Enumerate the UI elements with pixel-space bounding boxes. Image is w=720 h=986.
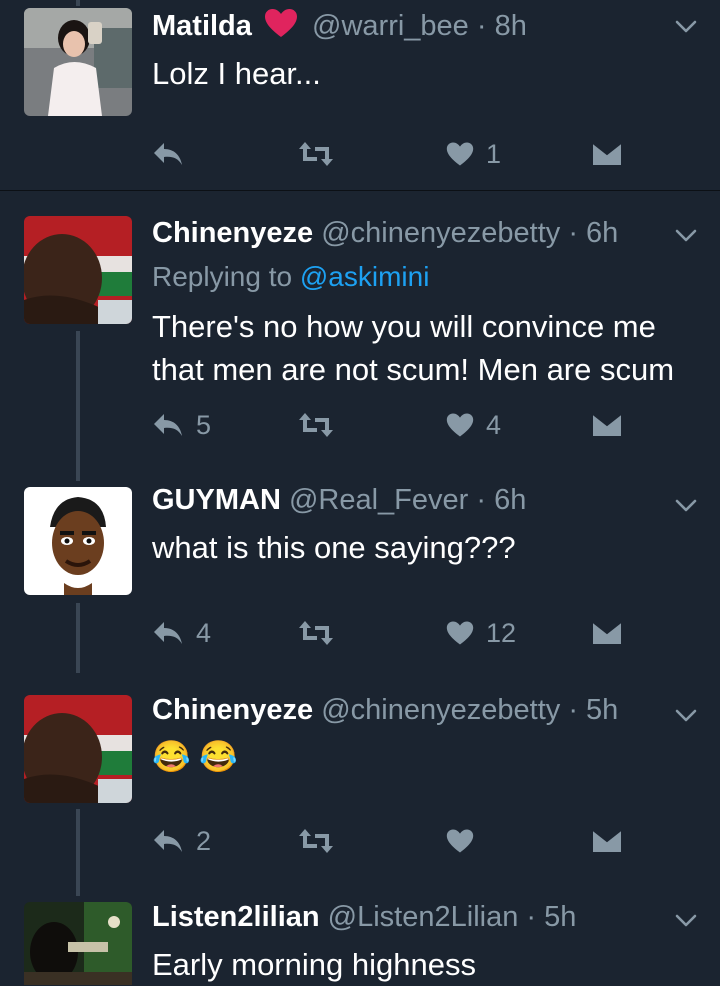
reply-button[interactable]: 5 bbox=[152, 405, 211, 445]
tweet-text: 😂 😂 bbox=[152, 739, 238, 774]
direct-message-button[interactable] bbox=[592, 134, 622, 174]
reply-count: 2 bbox=[196, 825, 212, 856]
retweet-icon bbox=[299, 413, 333, 437]
heart-icon bbox=[446, 829, 474, 853]
reply-count: 5 bbox=[196, 409, 212, 440]
tweet-actions: 2 bbox=[152, 821, 632, 861]
tweet-text: Early morning highness bbox=[152, 947, 476, 982]
chevron-down-icon[interactable] bbox=[674, 223, 698, 247]
direct-message-icon bbox=[592, 621, 622, 644]
avatar[interactable] bbox=[24, 695, 132, 803]
reply-button[interactable] bbox=[152, 134, 196, 174]
thread-line-top bbox=[76, 0, 80, 6]
retweet-button[interactable] bbox=[298, 821, 334, 861]
tweet-header: Chinenyeze @chinenyezebetty · 6h bbox=[152, 215, 618, 251]
replying-to: Replying to @askimini bbox=[152, 261, 429, 293]
reply-icon bbox=[154, 143, 182, 165]
like-button[interactable]: 4 bbox=[446, 405, 501, 445]
direct-message-icon bbox=[592, 413, 622, 436]
thread-line bbox=[76, 453, 80, 481]
direct-message-button[interactable] bbox=[592, 405, 622, 445]
user-handle[interactable]: @warri_bee bbox=[312, 10, 469, 42]
tweet-guyman[interactable]: GUYMAN @Real_Fever · 6h what is this one… bbox=[0, 453, 720, 673]
thread-line bbox=[76, 331, 80, 453]
user-name[interactable]: Listen2lilian bbox=[152, 901, 320, 933]
like-button[interactable] bbox=[446, 821, 486, 861]
timestamp: · 8h bbox=[476, 10, 527, 43]
tweet-header: GUYMAN @Real_Fever · 6h bbox=[152, 482, 526, 518]
heart-icon bbox=[446, 413, 474, 437]
thread-line bbox=[76, 809, 80, 888]
direct-message-button[interactable] bbox=[592, 821, 622, 861]
reply-count: 4 bbox=[196, 617, 212, 648]
like-count: 1 bbox=[486, 138, 502, 169]
user-name[interactable]: Chinenyeze bbox=[152, 694, 313, 726]
direct-message-icon bbox=[592, 829, 622, 852]
tweet-text: Lolz I hear... bbox=[152, 56, 321, 91]
like-button[interactable]: 12 bbox=[446, 613, 516, 653]
tweet-listen2lilian[interactable]: Listen2lilian @Listen2Lilian · 5h Early … bbox=[0, 888, 720, 985]
direct-message-button[interactable] bbox=[592, 613, 622, 653]
pink-heart-icon bbox=[264, 8, 298, 47]
tweet-matilda[interactable]: Matilda @warri_bee · 8h Lolz I hear... 1 bbox=[0, 0, 720, 190]
chevron-down-icon[interactable] bbox=[674, 493, 698, 517]
avatar[interactable] bbox=[24, 216, 132, 324]
direct-message-icon bbox=[592, 142, 622, 165]
avatar[interactable] bbox=[24, 487, 132, 595]
retweet-icon bbox=[299, 829, 333, 853]
like-button[interactable]: 1 bbox=[446, 134, 501, 174]
user-name[interactable]: GUYMAN bbox=[152, 484, 281, 516]
avatar[interactable] bbox=[24, 8, 132, 116]
tweet-header: Listen2lilian @Listen2Lilian · 5h bbox=[152, 899, 576, 935]
replying-to-handle[interactable]: @askimini bbox=[300, 261, 430, 292]
chevron-down-icon[interactable] bbox=[674, 908, 698, 932]
timestamp: · 5h bbox=[568, 694, 619, 726]
tweet-header: Matilda @warri_bee · 8h bbox=[152, 8, 527, 47]
timestamp: · 5h bbox=[526, 901, 577, 933]
thread-line bbox=[76, 888, 80, 896]
user-name[interactable]: Matilda bbox=[152, 10, 252, 42]
chevron-down-icon[interactable] bbox=[674, 703, 698, 727]
timestamp: · 6h bbox=[476, 484, 527, 516]
tweet-header: Chinenyeze @chinenyezebetty · 5h bbox=[152, 692, 618, 728]
reply-icon bbox=[154, 830, 182, 852]
reply-icon bbox=[154, 622, 182, 644]
retweet-button[interactable] bbox=[298, 613, 334, 653]
tweet-chinenyeze-1[interactable]: Chinenyeze @chinenyezebetty · 6h Replyin… bbox=[0, 191, 720, 453]
chevron-down-icon[interactable] bbox=[674, 14, 698, 38]
retweet-button[interactable] bbox=[298, 134, 334, 174]
reply-icon bbox=[154, 414, 182, 436]
heart-icon bbox=[446, 142, 474, 166]
replying-to-label: Replying to bbox=[152, 261, 293, 292]
user-handle[interactable]: @chinenyezebetty bbox=[321, 694, 560, 726]
reply-button[interactable]: 2 bbox=[152, 821, 211, 861]
tweet-text: what is this one saying??? bbox=[152, 530, 516, 565]
tweet-chinenyeze-2[interactable]: Chinenyeze @chinenyezebetty · 5h 😂 😂 2 bbox=[0, 673, 720, 888]
tweet-actions: 1 bbox=[152, 134, 632, 174]
like-count: 4 bbox=[486, 409, 502, 440]
retweet-icon bbox=[299, 621, 333, 645]
user-handle[interactable]: @chinenyezebetty bbox=[321, 217, 560, 249]
timestamp: · 6h bbox=[568, 217, 619, 249]
user-name[interactable]: Chinenyeze bbox=[152, 217, 313, 249]
heart-icon bbox=[446, 621, 474, 645]
tweet-text: There's no how you will convince me that… bbox=[152, 309, 675, 387]
reply-button[interactable]: 4 bbox=[152, 613, 211, 653]
user-handle[interactable]: @Listen2Lilian bbox=[328, 901, 519, 933]
like-count: 12 bbox=[486, 617, 517, 648]
avatar[interactable] bbox=[24, 902, 132, 985]
user-handle[interactable]: @Real_Fever bbox=[289, 484, 468, 516]
tweet-actions: 5 4 bbox=[152, 405, 632, 445]
retweet-button[interactable] bbox=[298, 405, 334, 445]
retweet-icon bbox=[299, 142, 333, 166]
thread-line bbox=[76, 603, 80, 673]
tweet-actions: 4 12 bbox=[152, 613, 632, 653]
